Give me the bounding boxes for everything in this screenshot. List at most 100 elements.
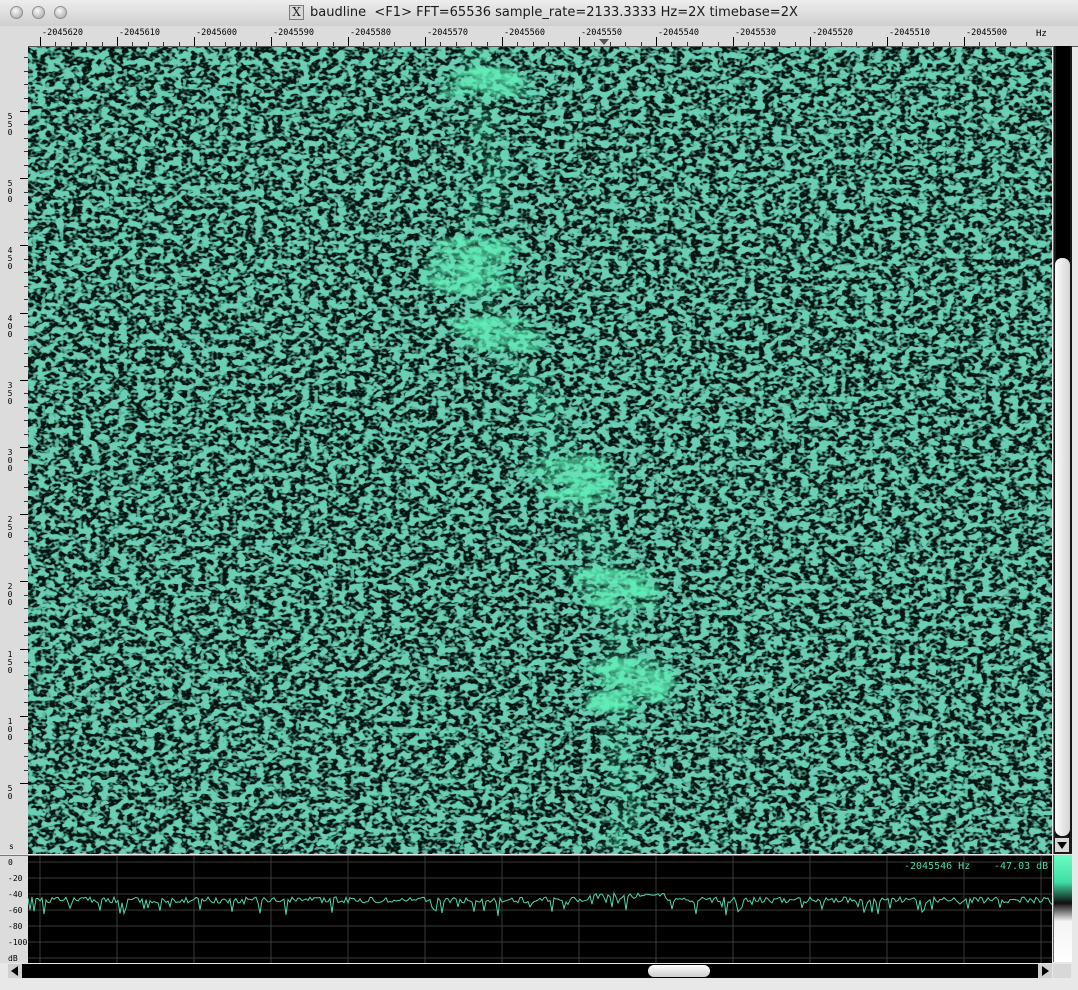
vertical-scrollbar[interactable] <box>1053 46 1072 854</box>
frequency-minor-tick <box>856 42 858 46</box>
zoom-button[interactable] <box>54 6 67 19</box>
frequency-minor-tick <box>301 42 303 46</box>
frequency-minor-tick <box>101 42 103 46</box>
time-tick-mark <box>20 379 28 381</box>
frequency-minor-tick <box>532 42 534 46</box>
frequency-minor-tick <box>440 42 442 46</box>
frequency-tick-mark <box>271 37 272 46</box>
window-title: baudline <F1> FFT=65536 sample_rate=2133… <box>310 5 798 20</box>
db-tick-label: -20 <box>8 874 23 883</box>
frequency-tick-label: -2045610 <box>119 28 160 38</box>
scroll-down-arrow-icon[interactable] <box>1055 838 1069 852</box>
ruler-end <box>1052 26 1078 47</box>
db-tick-label: -80 <box>8 922 23 931</box>
time-tick-label: 200 <box>7 582 13 608</box>
time-tick-label: 50 <box>7 784 13 801</box>
frequency-minor-tick <box>763 42 765 46</box>
resize-grip[interactable] <box>1053 964 1071 978</box>
scroll-left-arrow-icon[interactable] <box>8 964 22 978</box>
frequency-tick-mark <box>117 37 118 46</box>
frequency-minor-tick <box>717 42 719 46</box>
time-tick-mark <box>20 111 28 112</box>
frequency-minor-tick <box>317 42 319 46</box>
horizontal-scroll-thumb[interactable] <box>648 965 710 977</box>
frequency-tick-mark <box>656 37 657 46</box>
horizontal-scrollbar[interactable] <box>8 964 1052 978</box>
frequency-tick-mark <box>40 37 41 46</box>
time-tick-mark <box>20 178 28 180</box>
spectrogram-canvas <box>28 47 1052 854</box>
frequency-minor-tick <box>979 42 981 46</box>
frequency-tick-label: -2045590 <box>273 28 314 38</box>
frequency-cursor-marker[interactable] <box>599 39 609 45</box>
frequency-minor-tick <box>255 42 257 46</box>
frequency-minor-tick <box>625 42 627 46</box>
vertical-scroll-thumb[interactable] <box>1055 258 1070 836</box>
time-tick-mark <box>20 514 28 516</box>
title-bar: X baudline <F1> FFT=65536 sample_rate=21… <box>0 0 1078 27</box>
frequency-minor-tick <box>517 42 519 46</box>
cursor-level-readout: -47.03 dB <box>994 861 1049 872</box>
frequency-minor-tick <box>70 42 72 46</box>
frequency-minor-tick <box>363 42 365 46</box>
frequency-minor-tick <box>702 42 704 46</box>
frequency-minor-tick <box>640 42 642 46</box>
time-tick-mark <box>20 245 28 247</box>
frequency-tick-label: -2045570 <box>427 28 468 38</box>
spectrum-trace <box>27 891 1053 916</box>
frequency-minor-tick <box>779 42 781 46</box>
frequency-minor-tick <box>1025 42 1027 46</box>
scroll-right-arrow-icon[interactable] <box>1038 964 1052 978</box>
frequency-unit-label: Hz <box>1036 29 1047 39</box>
minimize-button[interactable] <box>32 6 45 19</box>
frequency-minor-tick <box>240 42 242 46</box>
frequency-minor-tick <box>409 42 411 46</box>
time-tick-label: 250 <box>7 515 13 541</box>
frequency-tick-label: -2045500 <box>966 28 1007 38</box>
ruler-corner <box>0 26 28 47</box>
cursor-frequency-readout: -2045546 Hz <box>904 861 971 872</box>
frequency-minor-tick <box>209 42 211 46</box>
close-button[interactable] <box>10 6 23 19</box>
frequency-tick-mark <box>733 37 734 46</box>
db-tick-label: -40 <box>8 890 23 899</box>
frequency-minor-tick <box>994 42 996 46</box>
frequency-minor-tick <box>471 42 473 46</box>
spectrum-display[interactable]: -2045546 Hz -47.03 dB <box>27 855 1053 963</box>
frequency-minor-tick <box>147 42 149 46</box>
spectrogram-waterfall[interactable] <box>28 47 1052 854</box>
frequency-minor-tick <box>378 42 380 46</box>
frequency-minor-tick <box>871 42 873 46</box>
frequency-minor-tick <box>86 42 88 46</box>
frequency-minor-tick <box>55 42 57 46</box>
frequency-minor-tick <box>548 42 550 46</box>
time-unit-label: s <box>9 842 14 851</box>
db-tick-label: dB <box>8 954 18 963</box>
frequency-ruler[interactable]: -2045620 -2045610 -2045600 -2045590 -2045580… <box>28 26 1052 47</box>
time-tick-label: 550 <box>7 112 13 137</box>
db-tick-label: -60 <box>8 906 23 915</box>
spectrum-canvas <box>27 856 1053 963</box>
frequency-tick-mark <box>194 37 195 46</box>
frequency-tick-label: -2045580 <box>350 28 391 38</box>
frequency-minor-tick <box>486 42 488 46</box>
db-tick-label: 0 <box>8 858 13 867</box>
frequency-tick-label: -2045540 <box>658 28 699 38</box>
time-tick-mark <box>20 312 28 314</box>
time-tick-label: 450 <box>7 246 13 272</box>
frequency-tick-label: -2045520 <box>812 28 853 38</box>
frequency-minor-tick <box>224 42 226 46</box>
frequency-minor-tick <box>609 42 611 46</box>
frequency-tick-mark <box>810 37 811 46</box>
frequency-minor-tick <box>948 42 950 46</box>
db-tick-label: -100 <box>8 938 28 947</box>
db-axis: 0 -20 -40 -60 -80 -100 dB <box>0 855 29 963</box>
time-tick-label: 300 <box>7 448 13 473</box>
frequency-minor-tick <box>178 42 180 46</box>
frequency-minor-tick <box>455 42 457 46</box>
frequency-minor-tick <box>671 42 673 46</box>
frequency-minor-tick <box>825 42 827 46</box>
time-ruler[interactable]: 550 500 450 400 350 300 250 200 150 100 50 <box>0 46 29 854</box>
frequency-tick-mark <box>964 37 965 46</box>
frequency-tick-label: -2045560 <box>504 28 545 38</box>
